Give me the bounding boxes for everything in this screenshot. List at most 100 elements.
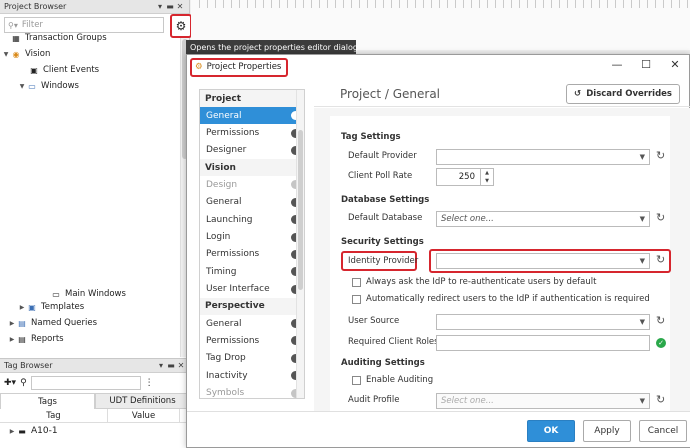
expand-arrow-icon[interactable]: ▶ — [8, 336, 16, 343]
tree-item-transaction-groups[interactable]: ▦ Transaction Groups — [0, 30, 180, 46]
nav-perspective-general[interactable]: General — [200, 315, 304, 332]
checkbox-box[interactable] — [352, 375, 361, 385]
tree-item-label: Main Windows — [65, 289, 126, 299]
maximize-icon[interactable]: ☐ — [636, 58, 656, 71]
default-provider-dropdown[interactable]: ▼ — [436, 149, 650, 165]
column-tag[interactable]: Tag — [0, 409, 108, 422]
audit-profile-dropdown[interactable]: Select one... ▼ — [436, 393, 650, 409]
dropdown-arrow-icon: ▼ — [639, 318, 645, 326]
collapse-arrow-icon[interactable]: ▼ — [18, 83, 26, 90]
nav-vision-general[interactable]: General — [200, 194, 304, 211]
auditing-settings-heading: Auditing Settings — [341, 358, 425, 368]
tag-browser-title: Tag Browser — [4, 361, 53, 370]
search-icon[interactable]: ⚲ — [20, 378, 27, 388]
more-options-icon[interactable]: ⋮ — [145, 378, 154, 388]
filter-icon: ⚲▾ — [8, 20, 18, 30]
settings-nav: Project General Permissions Designer Vis… — [199, 89, 305, 399]
nav-label: Permissions — [206, 249, 260, 260]
panel-close-icon[interactable]: ✕ — [175, 2, 185, 11]
redirect-checkbox[interactable]: Automatically redirect users to the IdP … — [352, 294, 650, 304]
tree-item-templates[interactable]: ▶ ▣ Templates — [0, 299, 180, 315]
nav-project-permissions[interactable]: Permissions — [200, 124, 304, 141]
tag-browser-panel: Tag Browser ▾ ▬ ✕ ✚▾ ⚲ ⋮ Tags UDT Defini… — [0, 358, 190, 448]
required-client-roles-input[interactable] — [436, 335, 650, 351]
nav-perspective-symbols[interactable]: Symbols — [200, 384, 304, 398]
folder-icon: ▬ — [18, 426, 26, 436]
tree-item-client-events[interactable]: ▣ Client Events — [0, 62, 180, 78]
project-properties-icon: ⚙ — [195, 62, 203, 72]
enable-auditing-checkbox[interactable]: Enable Auditing — [352, 375, 433, 385]
nav-scrollbar[interactable] — [296, 90, 304, 398]
nav-group-project: Project — [200, 90, 304, 107]
tab-tags[interactable]: Tags — [0, 393, 95, 409]
nav-group-perspective: Perspective — [200, 297, 304, 315]
nav-vision-launching[interactable]: Launching — [200, 211, 304, 228]
refresh-icon[interactable]: ↻ — [656, 253, 665, 266]
ok-button[interactable]: OK — [527, 420, 575, 442]
identity-provider-dropdown[interactable]: ▼ — [436, 253, 650, 269]
client-events-icon: ▣ — [30, 65, 38, 75]
checkbox-box[interactable] — [352, 277, 361, 287]
nav-perspective-tag-drop[interactable]: Tag Drop — [200, 350, 304, 367]
add-tag-icon[interactable]: ✚▾ — [4, 378, 16, 388]
ruler — [199, 0, 690, 8]
nav-label: Permissions — [206, 335, 260, 346]
refresh-icon[interactable]: ↻ — [656, 211, 665, 224]
discard-overrides-button[interactable]: ↺ Discard Overrides — [566, 84, 680, 104]
project-properties-button[interactable]: ⚙ — [170, 14, 192, 38]
tab-udt-definitions[interactable]: UDT Definitions — [95, 393, 190, 409]
form-panel: Tag Settings Default Provider ▼ ↻ Client… — [330, 116, 671, 411]
nav-perspective-inactivity[interactable]: Inactivity — [200, 367, 304, 384]
nav-vision-login[interactable]: Login — [200, 228, 304, 245]
nav-group-vision: Vision — [200, 159, 304, 177]
panel-close-icon[interactable]: ✕ — [176, 361, 186, 370]
dialog-footer: OK Apply Cancel — [187, 411, 690, 447]
decrement-icon[interactable]: ▼ — [485, 178, 489, 184]
tree-item-vision[interactable]: ▼ ◉ Vision — [0, 46, 180, 62]
collapse-arrow-icon[interactable]: ▼ — [2, 51, 10, 58]
nav-project-designer[interactable]: Designer — [200, 142, 304, 159]
tree-item-reports[interactable]: ▶ ▤ Reports — [0, 331, 180, 347]
project-browser-panel: Project Browser ▾ ▬ ✕ ⚲▾ Filter ▦ Transa… — [0, 0, 190, 448]
tag-search-input[interactable] — [30, 376, 141, 390]
tree-item-windows[interactable]: ▼ ▭ Windows — [0, 78, 180, 94]
checkbox-box[interactable] — [352, 294, 361, 304]
refresh-icon[interactable]: ↻ — [656, 149, 665, 162]
tree-item-named-queries[interactable]: ▶ ▤ Named Queries — [0, 315, 180, 331]
nav-vision-timing[interactable]: Timing — [200, 263, 304, 280]
project-properties-icon: ⚙ — [175, 19, 187, 33]
windows-icon: ▭ — [28, 81, 36, 91]
expand-arrow-icon[interactable]: ▶ — [8, 428, 16, 435]
redirect-checkbox-label: Automatically redirect users to the IdP … — [366, 294, 650, 304]
nav-label: General — [206, 197, 242, 208]
apply-button[interactable]: Apply — [583, 420, 631, 442]
column-value[interactable]: Value — [108, 409, 180, 422]
nav-vision-permissions[interactable]: Permissions — [200, 246, 304, 263]
refresh-icon[interactable]: ↻ — [656, 314, 665, 327]
nav-vision-design[interactable]: Design — [200, 176, 304, 193]
expand-arrow-icon[interactable]: ▶ — [18, 304, 26, 311]
nav-perspective-permissions[interactable]: Permissions — [200, 332, 304, 349]
table-row[interactable]: ▶ ▬ A10-1 — [0, 423, 190, 439]
reports-icon: ▤ — [18, 334, 26, 344]
client-poll-rate-stepper[interactable]: 250 ▲ ▼ — [436, 168, 494, 186]
nav-project-general[interactable]: General — [200, 107, 304, 125]
expand-arrow-icon[interactable]: ▶ — [8, 320, 16, 327]
close-icon[interactable]: ✕ — [665, 58, 685, 71]
default-database-dropdown[interactable]: Select one... ▼ — [436, 211, 650, 227]
panel-menu-icon[interactable]: ▾ — [156, 361, 166, 370]
panel-menu-icon[interactable]: ▾ — [155, 2, 165, 11]
nav-label: Launching — [206, 214, 253, 225]
user-source-dropdown[interactable]: ▼ — [436, 314, 650, 330]
panel-pin-icon[interactable]: ▬ — [166, 361, 176, 370]
refresh-icon[interactable]: ↻ — [656, 393, 665, 406]
increment-icon[interactable]: ▲ — [485, 170, 489, 176]
discard-label: Discard Overrides — [586, 89, 672, 99]
tree-item-main-windows[interactable]: ▭ Main Windows — [0, 287, 180, 299]
nav-label: General — [206, 110, 242, 121]
reauth-checkbox[interactable]: Always ask the IdP to re-authenticate us… — [352, 277, 596, 287]
cancel-button[interactable]: Cancel — [639, 420, 687, 442]
nav-vision-user-interface[interactable]: User Interface — [200, 281, 304, 298]
panel-pin-icon[interactable]: ▬ — [165, 2, 175, 11]
minimize-icon[interactable]: — — [607, 58, 627, 71]
